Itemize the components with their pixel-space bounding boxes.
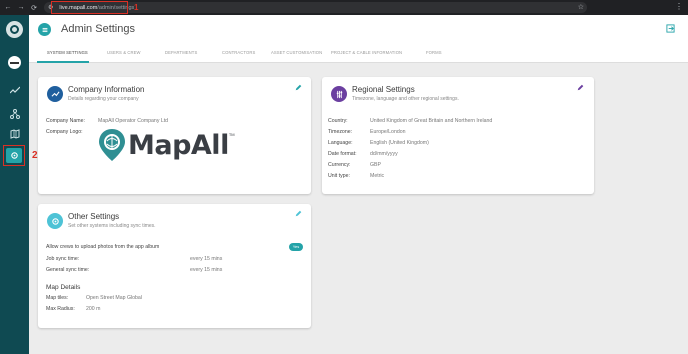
regional-settings-title: Regional Settings — [352, 85, 415, 94]
trending-icon — [47, 86, 63, 102]
edit-regional-icon[interactable] — [577, 84, 584, 91]
tab-asset-customisation[interactable]: ASSET CUSTOMISATION — [271, 50, 322, 55]
sidebar: 2 — [0, 15, 38, 354]
callout-2: 2 — [32, 150, 38, 161]
url-highlight-box — [51, 1, 128, 14]
timezone-value: Europe/London — [370, 129, 406, 135]
date-format-label: Date format: — [328, 151, 357, 157]
other-settings-subtitle: Set other systems including sync times. — [68, 223, 156, 229]
avatar[interactable] — [8, 56, 21, 69]
company-information-subtitle: Details regarding your company — [68, 96, 139, 102]
address-bar[interactable]: ⚙ live.mapall.com/admin/settings 1 — [44, 1, 587, 14]
job-sync-value: every 15 mins — [190, 256, 223, 262]
date-format-value: dd/mm/yyyy — [370, 151, 398, 157]
callout-1: 1 — [134, 3, 139, 12]
edit-company-icon[interactable] — [295, 84, 302, 91]
regional-settings-card: Regional Settings Timezone, language and… — [322, 77, 594, 194]
map-icon[interactable] — [9, 128, 20, 139]
network-icon[interactable] — [9, 108, 20, 119]
forward-icon[interactable]: → — [16, 4, 26, 11]
country-value: United Kingdom of Great Britain and Nort… — [370, 118, 493, 124]
map-pin-logo-icon — [99, 129, 125, 161]
language-value: English (United Kingdom) — [370, 140, 429, 146]
map-tiles-value: Open Street Map Global — [86, 295, 142, 301]
company-information-card: Company Information Details regarding yo… — [38, 77, 311, 194]
edit-other-settings-icon[interactable] — [295, 210, 302, 217]
language-label: Language: — [328, 140, 353, 146]
reload-icon[interactable]: ⟳ — [29, 4, 39, 12]
company-name-value: MapAll Operator Company Ltd — [98, 118, 169, 124]
max-radius-value: 200 m — [86, 306, 101, 312]
browser-toolbar: ← → ⟳ ⚙ live.mapall.com/admin/settings 1… — [0, 0, 688, 15]
active-tab-indicator — [37, 61, 89, 63]
currency-label: Currency: — [328, 162, 351, 168]
company-name-label: Company Name: — [46, 118, 85, 124]
general-sync-label: General sync time: — [46, 267, 90, 273]
settings-icon — [47, 213, 63, 229]
page-title: Admin Settings — [61, 23, 135, 35]
settings-icon[interactable] — [6, 148, 22, 163]
activity-icon[interactable] — [9, 85, 20, 96]
unit-type-label: Unit type: — [328, 173, 350, 179]
menu-icon[interactable] — [38, 23, 51, 36]
upload-photos-status-badge: Yes — [289, 243, 303, 251]
back-icon[interactable]: ← — [3, 4, 13, 11]
browser-menu-icon[interactable]: ⋮ — [675, 2, 683, 11]
company-information-title: Company Information — [68, 85, 145, 94]
job-sync-label: Job sync time: — [46, 256, 80, 262]
exit-icon[interactable] — [666, 24, 675, 33]
tab-forms[interactable]: FORMS — [426, 50, 442, 55]
other-settings-title: Other Settings — [68, 212, 120, 221]
tab-contractors[interactable]: CONTRACTORS — [222, 50, 255, 55]
settings-tabs: SYSTEM SETTINGS USERS & CREW DEPARTMENTS… — [29, 43, 688, 63]
bookmark-star-icon[interactable]: ☆ — [578, 3, 584, 11]
company-logo: MapAll TM — [98, 128, 235, 162]
company-logo-label: Company Logo: — [46, 129, 83, 135]
timezone-label: Timezone: — [328, 129, 353, 135]
tab-project-cable-information[interactable]: PROJECT & CABLE INFORMATION — [331, 50, 402, 55]
trademark-symbol: TM — [228, 132, 235, 137]
regional-settings-subtitle: Timezone, language and other regional se… — [352, 96, 459, 102]
currency-value: GBP — [370, 162, 381, 168]
tab-system-settings[interactable]: SYSTEM SETTINGS — [47, 50, 88, 55]
max-radius-label: Max Radius: — [46, 306, 75, 312]
settings-nav-highlight[interactable] — [3, 145, 25, 166]
other-settings-card: Other Settings Set other systems includi… — [38, 204, 311, 328]
general-sync-value: every 15 mins — [190, 267, 223, 273]
page-header: Admin Settings — [29, 15, 688, 43]
unit-type-value: Metric — [370, 173, 385, 179]
map-tiles-label: Map tiles: — [46, 295, 69, 301]
tab-users-crew[interactable]: USERS & CREW — [107, 50, 141, 55]
upload-photos-label: Allow crews to upload photos from the ap… — [46, 244, 160, 250]
sliders-icon — [331, 86, 347, 102]
map-details-heading: Map Details — [46, 284, 81, 291]
country-label: Country: — [328, 118, 348, 124]
company-logo-wordmark: MapAll — [128, 129, 229, 161]
logo-icon[interactable] — [6, 21, 23, 38]
tab-departments[interactable]: DEPARTMENTS — [165, 50, 197, 55]
